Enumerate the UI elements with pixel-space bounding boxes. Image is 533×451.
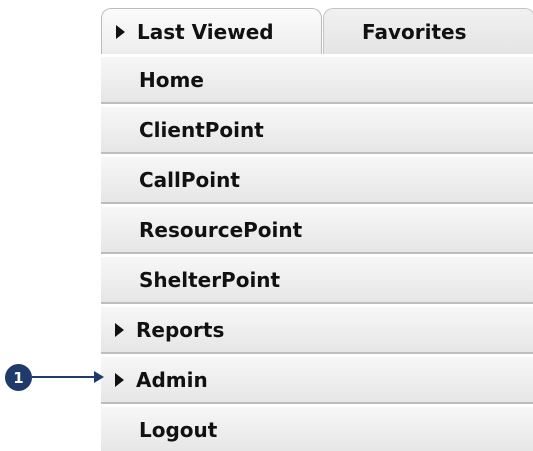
tab-favorites[interactable]: Favorites — [323, 8, 533, 54]
menu-item-clientpoint[interactable]: ClientPoint — [101, 106, 533, 154]
menu-item-reports[interactable]: Reports — [101, 306, 533, 354]
tab-label: Favorites — [362, 19, 467, 44]
tab-label: Last Viewed — [137, 19, 274, 44]
callout-arrow-line — [32, 376, 96, 378]
menu-item-label: ShelterPoint — [139, 267, 281, 292]
menu-item-home[interactable]: Home — [101, 56, 533, 104]
menu-item-label: ResourcePoint — [139, 217, 303, 242]
navigation-panel: Last Viewed Favorites Home ClientPoint C… — [0, 0, 533, 451]
menu-item-label: ClientPoint — [139, 117, 264, 142]
callout-annotation: 1 — [5, 364, 105, 392]
tab-last-viewed[interactable]: Last Viewed — [101, 8, 322, 54]
menu-item-shelterpoint[interactable]: ShelterPoint — [101, 256, 533, 304]
menu-item-label: Reports — [136, 317, 225, 342]
main-menu: Home ClientPoint CallPoint ResourcePoint… — [101, 56, 533, 451]
arrow-right-icon — [94, 371, 104, 383]
menu-item-label: CallPoint — [139, 167, 240, 192]
menu-item-admin[interactable]: Admin — [101, 356, 533, 404]
tab-bar: Last Viewed Favorites — [101, 8, 533, 56]
callout-number-badge: 1 — [5, 364, 32, 391]
caret-right-icon — [116, 24, 125, 39]
caret-right-icon — [115, 322, 124, 337]
menu-item-logout[interactable]: Logout — [101, 406, 533, 451]
menu-item-callpoint[interactable]: CallPoint — [101, 156, 533, 204]
menu-item-label: Home — [139, 67, 204, 92]
menu-item-label: Logout — [139, 417, 218, 442]
menu-item-label: Admin — [136, 367, 208, 392]
menu-item-resourcepoint[interactable]: ResourcePoint — [101, 206, 533, 254]
caret-right-icon — [115, 372, 124, 387]
